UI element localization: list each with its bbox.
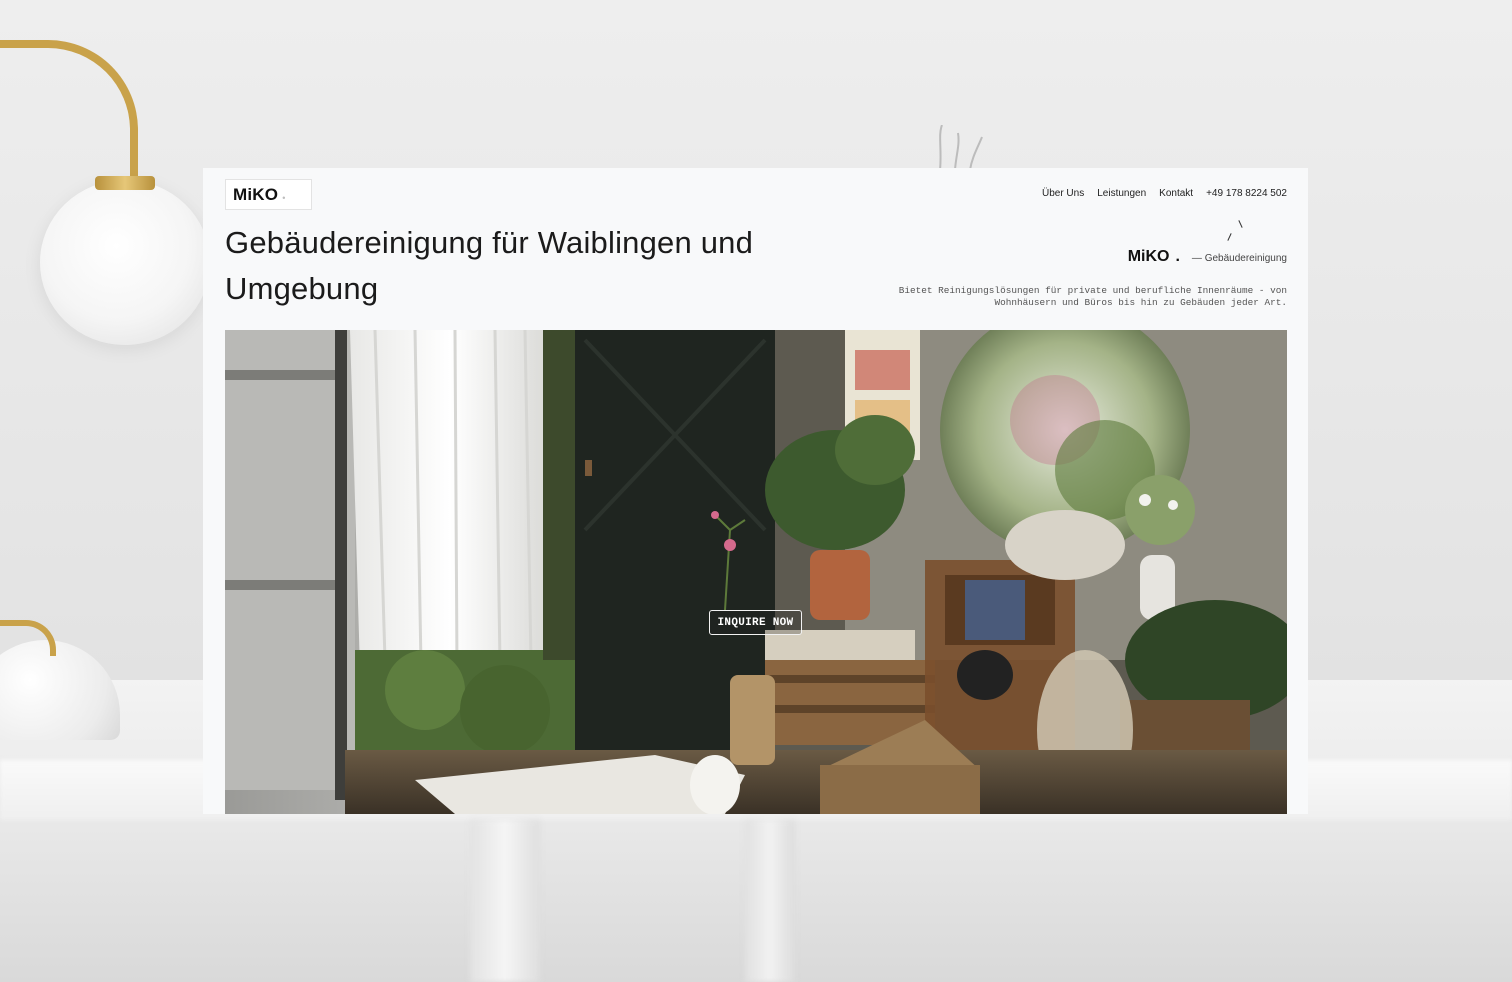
intro-description: Bietet Reinigungslösungen für private un… [898,285,1287,308]
main-nav: Über Uns Leistungen Kontakt +49 178 8224… [1042,188,1287,199]
website-preview: MiKO • Über Uns Leistungen Kontakt +49 1… [203,168,1308,814]
decorative-tick [1227,233,1232,241]
nav-link-phone[interactable]: +49 178 8224 502 [1206,188,1287,199]
inquire-now-button[interactable]: INQUIRE NOW [709,610,802,635]
site-logo[interactable]: MiKO • [225,179,312,210]
plant-sketch-icon [939,125,983,170]
lamp-ring [95,176,155,190]
brand-dot: . [1175,248,1180,265]
brand-signature: MiKO . — Gebäudereinigung [1128,248,1287,266]
lamp-globe [40,180,210,345]
backdrop-table-leg [470,820,540,982]
nav-link-about[interactable]: Über Uns [1042,188,1084,199]
page-headline: Gebäudereinigung für Waiblingen und Umge… [225,225,754,306]
logo-dot: • [282,192,286,203]
lamp-arm [0,620,56,656]
hero-photo-illustration [225,330,1287,814]
backdrop-table-leg [745,820,795,982]
nav-link-services[interactable]: Leistungen [1097,188,1146,199]
logo-text: MiKO [233,184,279,204]
nav-link-contact[interactable]: Kontakt [1159,188,1193,199]
decorative-tick [1238,220,1243,228]
brand-tagline: — Gebäudereinigung [1191,253,1287,264]
hero-image: INQUIRE NOW [225,330,1287,814]
brand-name: MiKO [1127,248,1170,265]
